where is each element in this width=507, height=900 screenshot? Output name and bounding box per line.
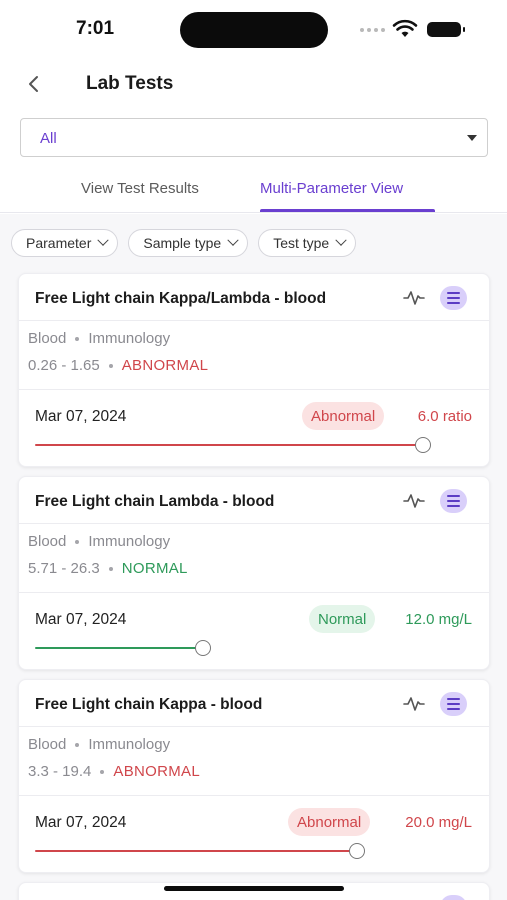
chip-label: Parameter [26, 235, 92, 251]
page-header: Lab Tests [0, 62, 507, 108]
result-value: 12.0 mg/L [405, 611, 472, 628]
chip-label: Sample type [143, 235, 222, 251]
test-title: Free Light chain Kappa/Lambda - blood [35, 290, 327, 307]
result-date: Mar 07, 2024 [35, 814, 127, 831]
result-date: Mar 07, 2024 [35, 611, 127, 628]
wifi-icon [392, 19, 418, 37]
result-level-marker [349, 843, 365, 859]
list-menu-icon[interactable] [440, 489, 467, 513]
battery-icon [427, 22, 465, 37]
list-menu-icon[interactable] [440, 692, 467, 716]
trend-chart-icon[interactable] [403, 695, 425, 713]
result-level-marker [415, 437, 431, 453]
reference-range: 5.71 - 26.3 [28, 560, 100, 577]
status-label: ABNORMAL [121, 357, 209, 374]
status-badge: Abnormal [288, 808, 371, 836]
sample-category: Blood Immunology [28, 533, 170, 550]
lab-test-card[interactable]: Free Light chain Lambda - blood Blood Imm… [18, 476, 490, 670]
filter-chips: Parameter Sample type Test type [11, 229, 357, 257]
reference-range: 3.3 - 19.4 [28, 763, 92, 780]
result-value: 20.0 mg/L [405, 814, 472, 831]
dropdown-selected-value: All [40, 130, 57, 147]
back-chevron-icon[interactable] [22, 72, 46, 96]
test-category: Immunology [88, 330, 171, 347]
range-status: 3.3 - 19.4 ABNORMAL [28, 763, 200, 780]
list-menu-icon[interactable] [440, 895, 467, 900]
sample-type: Blood [28, 533, 67, 550]
chevron-down-icon [335, 234, 347, 246]
trend-chart-icon[interactable] [403, 492, 425, 510]
test-type-filter-chip[interactable]: Test type [258, 229, 357, 257]
sample-category: Blood Immunology [28, 736, 170, 753]
range-status: 0.26 - 1.65 ABNORMAL [28, 357, 208, 374]
home-indicator [164, 886, 344, 891]
status-time: 7:01 [76, 18, 115, 39]
result-value: 6.0 ratio [417, 408, 472, 425]
chip-label: Test type [273, 235, 330, 251]
sample-type: Blood [28, 330, 67, 347]
status-label: ABNORMAL [113, 763, 200, 780]
status-label: NORMAL [121, 560, 188, 577]
caret-down-icon [467, 135, 477, 141]
lab-test-card[interactable] [18, 882, 490, 900]
result-date: Mar 07, 2024 [35, 408, 127, 425]
result-level-track [35, 444, 423, 446]
status-badge: Normal [309, 605, 376, 633]
tab-bar: View Test Results Multi-Parameter View [0, 168, 507, 213]
result-level-track [35, 850, 357, 852]
lab-test-card[interactable]: Free Light chain Kappa - blood Blood Immu… [18, 679, 490, 873]
tab-multi-parameter-view[interactable]: Multi-Parameter View [260, 180, 403, 197]
range-status: 5.71 - 26.3 NORMAL [28, 560, 188, 577]
status-bar: 7:01 [0, 0, 507, 60]
result-level-marker [195, 640, 211, 656]
result-level-track [35, 647, 203, 649]
filter-dropdown[interactable]: All [20, 118, 488, 157]
active-tab-indicator [260, 209, 435, 212]
dynamic-island [180, 12, 328, 48]
tab-view-test-results[interactable]: View Test Results [81, 180, 199, 197]
sample-type: Blood [28, 736, 67, 753]
sample-category: Blood Immunology [28, 330, 170, 347]
chevron-down-icon [227, 234, 239, 246]
reference-range: 0.26 - 1.65 [28, 357, 100, 374]
test-title: Free Light chain Lambda - blood [35, 493, 275, 510]
test-category: Immunology [88, 736, 171, 753]
chevron-down-icon [97, 234, 110, 246]
test-title: Free Light chain Kappa - blood [35, 696, 263, 713]
trend-chart-icon[interactable] [403, 289, 425, 307]
lab-test-card[interactable]: Free Light chain Kappa/Lambda - blood Bl… [18, 273, 490, 467]
sample-type-filter-chip[interactable]: Sample type [128, 229, 249, 257]
cellular-signal-icon [360, 28, 385, 32]
status-badge: Abnormal [302, 402, 385, 430]
test-category: Immunology [88, 533, 171, 550]
results-list-area: Parameter Sample type Test type Free Lig… [0, 214, 507, 900]
list-menu-icon[interactable] [440, 286, 467, 310]
parameter-filter-chip[interactable]: Parameter [11, 229, 119, 257]
page-title: Lab Tests [86, 73, 174, 94]
